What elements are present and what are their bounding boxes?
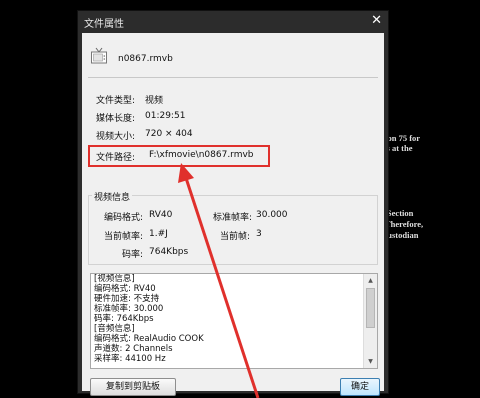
details-line: 码率: 764Kbps bbox=[94, 314, 154, 324]
vertical-scrollbar[interactable]: ▲ ▼ bbox=[363, 274, 377, 368]
media-length-value: 01:29:51 bbox=[145, 111, 186, 121]
scroll-up-icon[interactable]: ▲ bbox=[364, 274, 377, 287]
video-size-label: 视频大小: bbox=[96, 132, 136, 142]
divider bbox=[88, 77, 378, 78]
codec-value: RV40 bbox=[149, 210, 173, 220]
video-size-value: 720 × 404 bbox=[145, 129, 193, 139]
standard-fps-value: 30.000 bbox=[256, 210, 288, 220]
title-bar[interactable]: 文件属性 ✕ bbox=[78, 11, 388, 33]
current-frame-value: 3 bbox=[256, 229, 262, 239]
dialog-title: 文件属性 bbox=[84, 19, 124, 30]
details-line: 声道数: 2 Channels bbox=[94, 344, 173, 354]
details-line: 编码格式: RV40 bbox=[94, 284, 156, 294]
details-line: 编码格式: RealAudio COOK bbox=[94, 334, 204, 344]
details-line: 采样率: 44100 Hz bbox=[94, 354, 166, 364]
video-info-title: 视频信息 bbox=[92, 190, 133, 203]
scroll-thumb[interactable] bbox=[366, 288, 375, 328]
file-properties-dialog: 文件属性 ✕ n0867.rmvb 文件类型: 视频 媒体长度: 01:29:5… bbox=[77, 10, 389, 396]
current-fps-value: 1.#J bbox=[149, 229, 168, 239]
current-frame-label: 当前帧: bbox=[220, 232, 251, 242]
media-length-label: 媒体长度: bbox=[96, 114, 136, 124]
details-line: [音频信息] bbox=[94, 324, 135, 334]
details-line: 硬件加速: 不支持 bbox=[94, 294, 160, 304]
ok-button[interactable]: 确定 bbox=[340, 378, 380, 396]
file-type-value: 视频 bbox=[145, 96, 164, 106]
bitrate-value: 764Kbps bbox=[149, 247, 189, 257]
file-type-label: 文件类型: bbox=[96, 96, 136, 106]
standard-fps-label: 标准帧率: bbox=[213, 213, 253, 223]
close-icon[interactable]: ✕ bbox=[371, 13, 382, 28]
file-name: n0867.rmvb bbox=[118, 54, 173, 64]
dialog-body: n0867.rmvb 文件类型: 视频 媒体长度: 01:29:51 视频大小:… bbox=[82, 33, 384, 396]
details-line: [视频信息] bbox=[94, 274, 135, 284]
codec-label: 编码格式: bbox=[104, 213, 144, 223]
tv-file-icon bbox=[91, 47, 107, 64]
details-line: 标准帧率: 30.000 bbox=[94, 304, 164, 314]
current-fps-label: 当前帧率: bbox=[104, 232, 144, 242]
bitrate-label: 码率: bbox=[122, 250, 144, 260]
scroll-down-icon[interactable]: ▼ bbox=[364, 355, 377, 368]
copy-to-clipboard-button[interactable]: 复制到剪贴板 bbox=[90, 378, 176, 396]
details-textarea[interactable]: [视频信息] 编码格式: RV40 硬件加速: 不支持 标准帧率: 30.000… bbox=[90, 273, 378, 369]
file-path-highlight bbox=[88, 145, 270, 167]
